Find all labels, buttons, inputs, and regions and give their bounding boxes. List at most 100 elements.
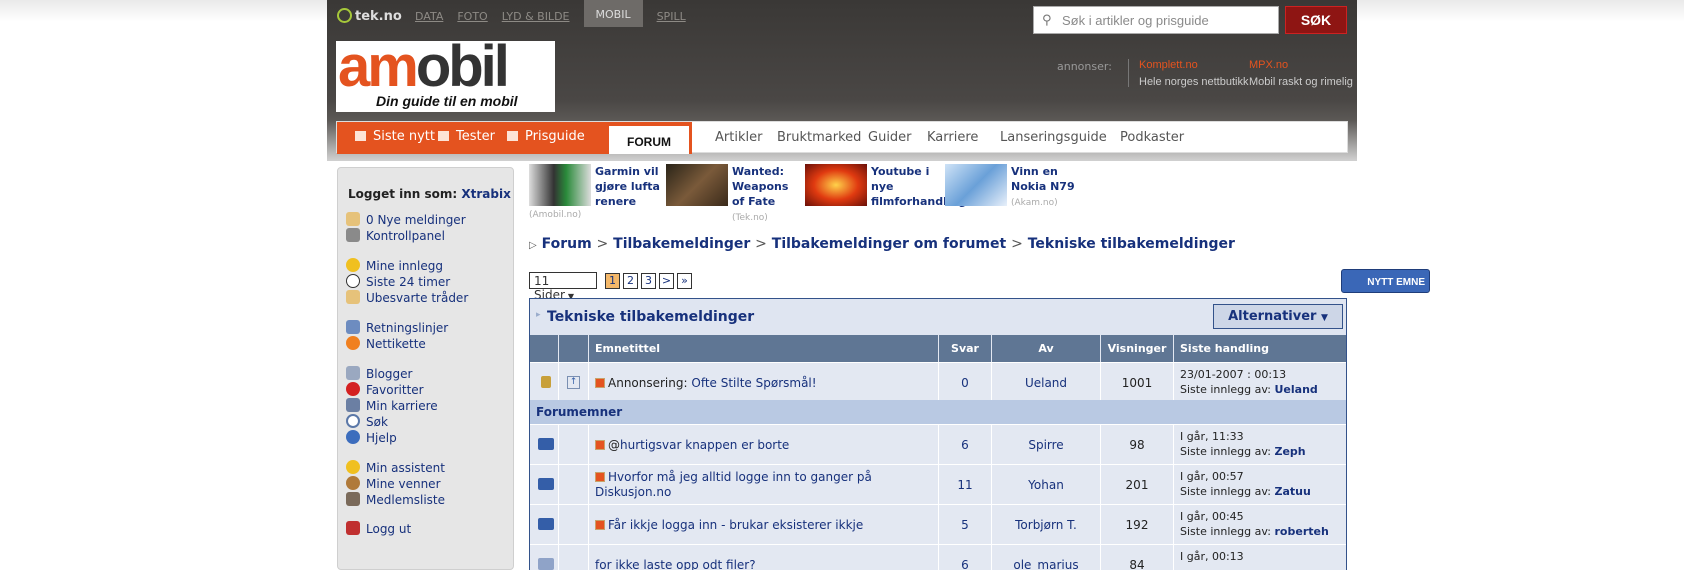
site-link-spill[interactable]: SPILL <box>657 10 686 23</box>
envelope-icon <box>346 212 360 226</box>
sidebar-item-assistant[interactable]: Min assistent <box>346 460 445 475</box>
lock-icon <box>541 376 551 388</box>
sidebar-item-help[interactable]: Hjelp <box>346 430 397 445</box>
topic-author[interactable]: Yohan <box>992 465 1101 505</box>
topic-author[interactable]: Ueland <box>992 363 1101 403</box>
breadcrumb-forumet[interactable]: Tilbakemeldinger om forumet <box>772 236 1006 252</box>
assistant-icon <box>346 460 360 474</box>
subnav-lanseringsguide[interactable]: Lanseringsguide <box>1000 130 1107 145</box>
warning-icon <box>346 336 360 350</box>
sidebar-item-blogs[interactable]: Blogger <box>346 366 412 381</box>
sidebar-item-members[interactable]: Medlemsliste <box>346 492 445 507</box>
last-poster[interactable]: Ueland <box>1275 383 1318 396</box>
clock-icon <box>346 274 360 288</box>
col-replies[interactable]: Svar <box>939 335 992 362</box>
topic-author[interactable]: ole_marius <box>992 545 1101 570</box>
logged-in-as: Logget inn som: Xtrabix <box>348 187 511 201</box>
sidebar-item-logout[interactable]: Logg ut <box>346 521 411 536</box>
news-thumbnail <box>805 164 867 206</box>
site-link-mobil[interactable]: MOBIL <box>583 0 643 27</box>
subnav-podkaster[interactable]: Podkaster <box>1120 130 1184 145</box>
sidebar-item-favorites[interactable]: Favoritter <box>346 382 424 397</box>
folder-icon <box>538 518 554 530</box>
help-icon <box>346 430 360 444</box>
col-views[interactable]: Visninger <box>1101 335 1174 362</box>
col-title[interactable]: Emnetittel <box>589 335 939 362</box>
topic-link[interactable]: for ikke laste opp odt filer? <box>595 558 756 570</box>
sidebar-item-last-24h[interactable]: Siste 24 timer <box>346 274 450 289</box>
subnav-bruktmarked[interactable]: Bruktmarked <box>777 130 861 145</box>
arrow-icon: ▸ <box>536 310 541 320</box>
ad-komplett[interactable]: Komplett.no Hele norges nettbutikk <box>1128 59 1248 88</box>
members-icon <box>346 492 360 506</box>
amobil-logo[interactable]: amobil Din guide til en mobil hverdag <box>336 41 555 112</box>
topic-list: Forumemner @hurtigsvar knappen er borte … <box>530 400 1346 570</box>
page-current: 1 <box>605 273 620 289</box>
search-button[interactable]: SØK <box>1285 6 1347 34</box>
sidebar-item-career[interactable]: Min karriere <box>346 398 438 413</box>
ad-mpx[interactable]: MPX.no Mobil raskt og rimelig <box>1249 59 1353 88</box>
news-icon <box>355 131 366 141</box>
news-thumbnail <box>666 164 728 206</box>
page-last[interactable]: » <box>677 273 692 289</box>
col-status <box>530 335 559 362</box>
sidebar-item-control-panel[interactable]: Kontrollpanel <box>346 228 445 243</box>
subnav-artikler[interactable]: Artikler <box>715 130 762 145</box>
topic-link[interactable]: Får ikkje logga inn - brukar eksisterer … <box>608 518 863 532</box>
table-row: Får ikkje logga inn - brukar eksisterer … <box>530 504 1346 545</box>
sidebar-item-unanswered[interactable]: Ubesvarte tråder <box>346 290 468 305</box>
tools-icon <box>346 228 360 242</box>
tab-forum[interactable]: FORUM <box>609 126 689 154</box>
subnav-guider[interactable]: Guider <box>868 130 912 145</box>
breadcrumb-tilbakemeldinger[interactable]: Tilbakemeldinger <box>613 236 750 252</box>
site-link-data[interactable]: DATA <box>415 10 443 23</box>
attachment-icon: @ <box>608 438 620 452</box>
topic-author[interactable]: Spirre <box>992 425 1101 465</box>
logout-icon <box>346 521 360 535</box>
logo-tagline: Din guide til en mobil hverdag <box>376 93 518 112</box>
sidebar-item-guidelines[interactable]: Retningslinjer <box>346 320 448 335</box>
last-poster[interactable]: roberteh <box>1275 525 1329 538</box>
breadcrumb: ▷ Forum > Tilbakemeldinger > Tilbakemeld… <box>529 236 1235 252</box>
sidebar-item-netiquette[interactable]: Nettikette <box>346 336 426 351</box>
col-last-action[interactable]: Siste handling <box>1174 335 1346 362</box>
search-icon: ⚲ <box>1042 13 1052 28</box>
last-poster[interactable]: Zeph <box>1275 445 1306 458</box>
sidebar-item-search[interactable]: Søk <box>346 414 388 429</box>
search-box: ⚲ <box>1033 6 1279 34</box>
post-icon <box>595 378 605 388</box>
topic-link[interactable]: hurtigsvar knappen er borte <box>620 438 789 452</box>
nav-prisguide[interactable]: Prisguide <box>507 129 585 144</box>
nav-siste-nytt[interactable]: Siste nytt <box>355 129 435 144</box>
new-topic-button[interactable]: NYTT EMNE <box>1341 269 1430 293</box>
magnifier-icon <box>346 414 360 428</box>
footprints-icon <box>346 398 360 412</box>
options-dropdown[interactable]: Alternativer ▼ <box>1213 304 1343 329</box>
page-next[interactable]: > <box>659 273 674 289</box>
mail-icon <box>346 290 360 304</box>
sidebar: Logget inn som: Xtrabix 0 Nye meldinger … <box>337 167 514 570</box>
sidebar-item-my-posts[interactable]: Mine innlegg <box>346 258 443 273</box>
site-link-foto[interactable]: FOTO <box>457 10 487 23</box>
news-thumbnail <box>529 164 591 206</box>
site-link-lyd-bilde[interactable]: LYD & BILDE <box>502 10 570 23</box>
page-link[interactable]: 3 <box>641 273 656 289</box>
pages-dropdown[interactable]: 11 Sider ▼ <box>529 272 597 302</box>
col-author[interactable]: Av <box>992 335 1101 362</box>
post-icon <box>595 472 605 482</box>
sidebar-item-friends[interactable]: Mine venner <box>346 476 441 491</box>
sidebar-item-messages[interactable]: 0 Nye meldinger <box>346 212 466 227</box>
topic-author[interactable]: Torbjørn T. <box>992 505 1101 545</box>
breadcrumb-forum[interactable]: Forum <box>542 236 592 252</box>
nav-tester[interactable]: Tester <box>438 129 495 144</box>
page-link[interactable]: 2 <box>623 273 638 289</box>
search-input[interactable] <box>1062 11 1270 29</box>
topic-link[interactable]: Ofte Stilte Spørsmål! <box>691 376 816 390</box>
subnav-karriere[interactable]: Karriere <box>927 130 978 145</box>
sticky-icon: ↑ <box>567 376 580 389</box>
last-poster[interactable]: Zatuu <box>1275 485 1311 498</box>
site-nav: DATA FOTO LYD & BILDE MOBIL SPILL <box>415 0 700 27</box>
topic-link[interactable]: Hvorfor må jeg alltid logge inn to gange… <box>595 470 872 499</box>
username[interactable]: Xtrabix <box>461 187 510 201</box>
tek-logo[interactable]: tek.no <box>337 8 402 24</box>
